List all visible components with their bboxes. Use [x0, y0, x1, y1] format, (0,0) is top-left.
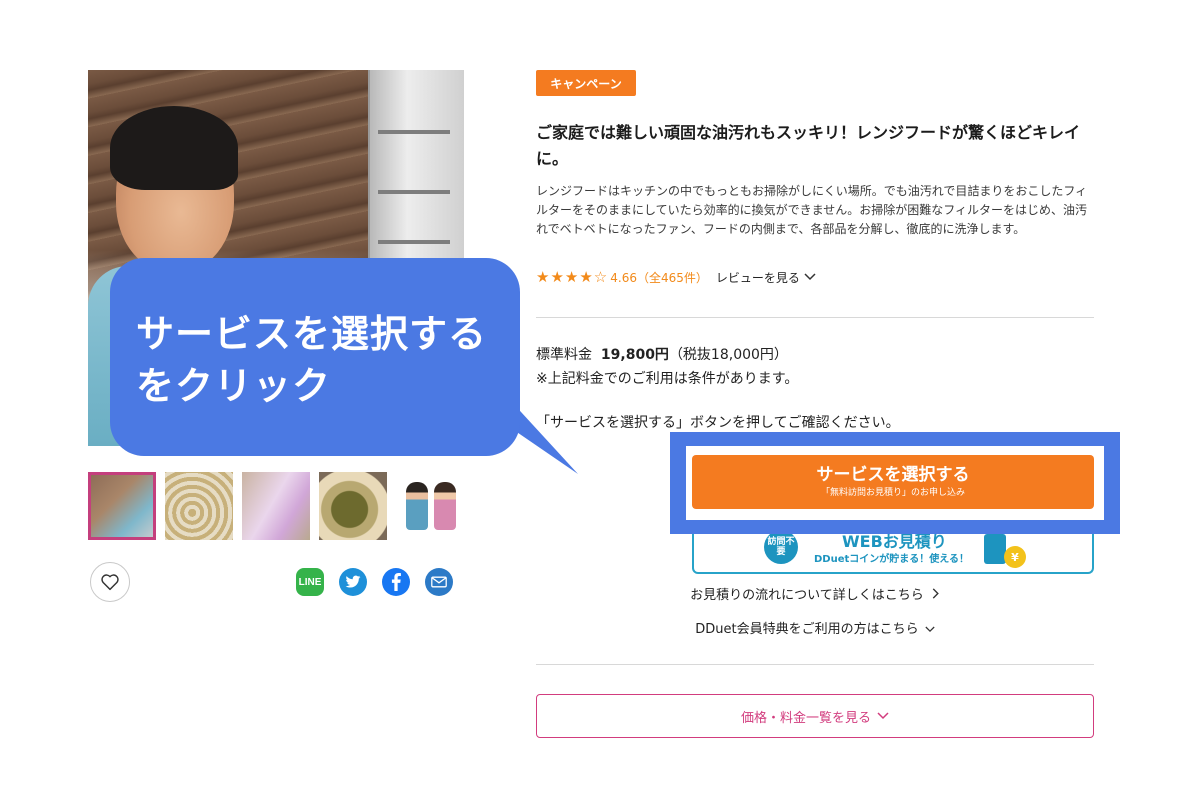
heart-icon — [101, 574, 119, 591]
chevron-down-icon — [804, 273, 816, 281]
cta-sub-label: 「無料訪問お見積り」のお申し込み — [820, 488, 965, 498]
divider — [536, 664, 1094, 665]
hood-shelf — [378, 130, 450, 134]
favorite-button[interactable] — [90, 562, 130, 602]
line-share-button[interactable]: LINE — [296, 568, 324, 596]
price-label: 標準料金 — [536, 347, 592, 363]
no-visit-badge: 訪問不要 — [764, 534, 798, 564]
estimate-flow-link[interactable]: お見積りの流れについて詳しくはこちら — [536, 586, 1094, 606]
cta-main-label: サービスを選択する — [816, 465, 970, 485]
price-list-label: 価格・料金一覧を見る — [740, 710, 871, 726]
worker-hair — [110, 106, 238, 190]
price-tax-note: （税抜18,000円） — [668, 347, 788, 363]
thumbnail-2[interactable] — [165, 472, 233, 540]
rating-score: 4.66（全465件） — [610, 270, 708, 285]
facebook-share-button[interactable] — [382, 568, 410, 596]
twitter-share-button[interactable] — [339, 568, 367, 596]
campaign-badge: キャンペーン — [536, 70, 636, 96]
hood-shelf — [378, 190, 450, 194]
chevron-down-icon — [877, 712, 889, 720]
thumbnail-4[interactable] — [319, 472, 387, 540]
price-amount: 19,800円 — [600, 347, 669, 363]
mail-share-button[interactable] — [425, 568, 453, 596]
chevron-right-icon — [932, 588, 939, 599]
rating-row: ★★★★☆ 4.66（全465件） レビューを見る — [536, 268, 816, 286]
coin-icon: ¥ — [1004, 546, 1026, 568]
product-headline: ご家庭では難しい頑固な油汚れもスッキリ！レンジフードが驚くほどキレイに。 — [536, 123, 1081, 168]
chevron-down-icon — [925, 626, 935, 633]
thumbnail-strip — [88, 472, 464, 540]
standard-price: 標準料金 19,800円（税抜18,000円） — [536, 344, 788, 366]
divider — [536, 317, 1094, 318]
thumbnail-5[interactable] — [396, 472, 464, 540]
star-rating-icon: ★★★★☆ — [536, 268, 609, 286]
twitter-icon — [345, 575, 361, 588]
web-estimate-banner[interactable]: 訪問不要 WEBお見積り DDuetコインが貯まる！使える！ ¥ — [692, 534, 1094, 574]
web-estimate-subtitle: DDuetコインが貯まる！使える！ — [814, 554, 969, 565]
share-bar: LINE — [296, 568, 453, 596]
price-list-button[interactable]: 価格・料金一覧を見る — [536, 694, 1094, 738]
member-benefit-link[interactable]: DDuet会員特典をご利用の方はこちら — [536, 620, 1094, 640]
product-description: レンジフードはキッチンの中でもっともお掃除がしにくい場所。でも油汚れで目詰まりを… — [536, 184, 1088, 236]
member-benefit-label: DDuet会員特典をご利用の方はこちら — [695, 622, 919, 637]
line-icon: LINE — [298, 576, 322, 588]
review-link[interactable]: レビューを見る — [716, 269, 816, 286]
callout-text: サービスを選択する をクリック — [136, 312, 488, 408]
calculator-icon — [984, 534, 1006, 564]
select-service-instruction: 「サービスを選択する」ボタンを押してご確認ください。 — [536, 415, 900, 431]
select-service-button[interactable]: サービスを選択する 「無料訪問お見積り」のお申し込み — [692, 455, 1094, 509]
price-condition-note: ※上記料金でのご利用は条件があります。 — [536, 371, 799, 387]
review-link-label: レビューを見る — [715, 270, 800, 285]
hood-shelf — [378, 240, 450, 244]
thumbnail-3[interactable] — [242, 472, 310, 540]
instruction-callout: サービスを選択する をクリック — [110, 258, 520, 456]
facebook-icon — [391, 573, 401, 591]
estimate-flow-label: お見積りの流れについて詳しくはこちら — [690, 588, 924, 603]
mail-icon — [431, 576, 447, 588]
thumbnail-1[interactable] — [88, 472, 156, 540]
staff-figure-1 — [406, 482, 428, 530]
staff-figure-2 — [434, 482, 456, 530]
